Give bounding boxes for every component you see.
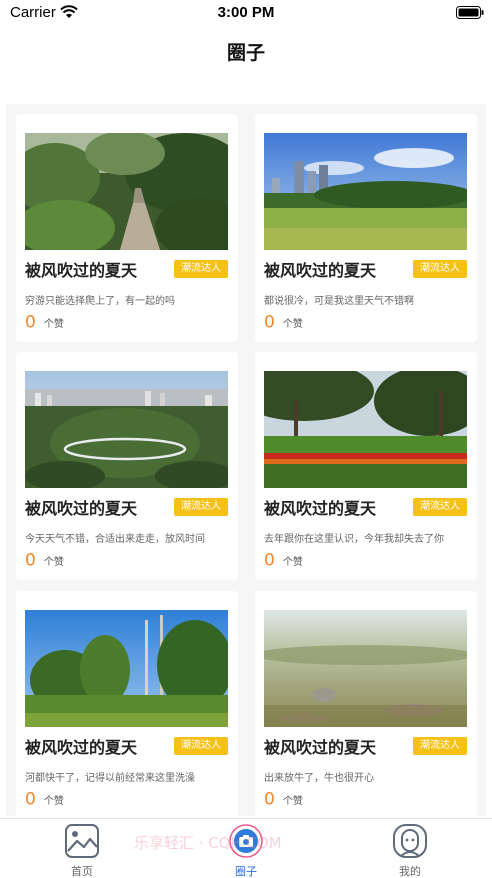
like-row[interactable]: 0 个赞 [264,789,303,810]
post-title: 被风吹过的夏天 [25,499,138,518]
post-photo-aerial-park[interactable] [25,371,228,488]
like-unit: 个赞 [43,557,64,568]
like-unit: 个赞 [43,319,64,330]
tab-home[interactable]: 首页 [22,819,142,878]
post-description: 都说很冷，可是我这里天气不错啊 [264,296,414,307]
post-description: 河都快干了，记得以前经常来这里洗澡 [25,773,195,784]
watermark: 乐享轻汇 · CQH.COM [134,834,282,852]
tab-label: 我的 [399,865,421,878]
post-photo-riverside-trees[interactable] [25,610,228,727]
like-unit: 个赞 [282,319,303,330]
post-title: 被风吹过的夏天 [25,738,138,757]
post-card[interactable]: 被风吹过的夏天 潮流达人 去年跟你在这里认识，今年我却失去了你 0 个赞 [255,352,477,580]
user-badge: 潮流达人 [413,737,467,755]
tab-mine[interactable]: 我的 [350,819,470,878]
tab-label: 首页 [71,865,93,878]
tab-label: 圈子 [235,865,257,878]
post-description: 穷游只能选择爬上了，有一起的吗 [25,296,175,307]
battery-icon [456,6,484,19]
like-row[interactable]: 0 个赞 [264,550,303,571]
post-description: 去年跟你在这里认识，今年我却失去了你 [264,534,444,545]
post-description: 今天天气不错，合适出来走走，放风时间 [25,534,205,545]
post-photo-flower-park[interactable] [264,371,467,488]
post-title: 被风吹过的夏天 [264,499,377,518]
post-photo-grass-field[interactable] [264,610,467,727]
like-count: 0 [25,789,36,810]
status-bar: Carrier 3:00 PM [0,0,492,26]
like-unit: 个赞 [282,557,303,568]
like-count: 0 [25,550,36,571]
user-badge: 潮流达人 [174,498,228,516]
post-card[interactable]: 被风吹过的夏天 潮流达人 都说很冷，可是我这里天气不错啊 0 个赞 [255,114,477,342]
post-title: 被风吹过的夏天 [264,738,377,757]
like-count: 0 [264,550,275,571]
user-badge: 潮流达人 [413,498,467,516]
like-count: 0 [264,789,275,810]
post-photo-mountain-path[interactable] [25,133,228,250]
post-title: 被风吹过的夏天 [264,261,377,280]
like-unit: 个赞 [282,796,303,807]
like-unit: 个赞 [43,796,64,807]
like-row[interactable]: 0 个赞 [25,550,64,571]
user-badge: 潮流达人 [174,260,228,278]
post-card[interactable]: 被风吹过的夏天 潮流达人 穷游只能选择爬上了，有一起的吗 0 个赞 [16,114,238,342]
page-title: 圈子 [226,42,265,64]
profile-icon [393,824,427,858]
user-badge: 潮流达人 [413,260,467,278]
like-row[interactable]: 0 个赞 [25,789,64,810]
post-description: 出来放牛了，牛也很开心 [264,773,374,784]
status-time: 3:00 PM [217,4,275,21]
like-row[interactable]: 0 个赞 [264,312,303,333]
post-photo-city-lawn[interactable] [264,133,467,250]
image-icon [65,824,99,858]
post-card[interactable]: 被风吹过的夏天 潮流达人 河都快干了，记得以前经常来这里洗澡 0 个赞 [16,591,238,816]
post-feed[interactable]: 被风吹过的夏天 潮流达人 穷游只能选择爬上了，有一起的吗 0个赞 被风吹过的夏 [6,104,486,816]
post-card[interactable]: 被风吹过的夏天 潮流达人 今天天气不错，合适出来走走，放风时间 0 个赞 [16,352,238,580]
post-card[interactable]: 被风吹过的夏天 潮流达人 出来放牛了，牛也很开心 0 个赞 [255,591,477,816]
post-title: 被风吹过的夏天 [25,261,138,280]
user-badge: 潮流达人 [174,737,228,755]
like-row[interactable]: 0 个赞 [25,312,64,333]
like-count: 0 [264,312,275,333]
like-count: 0 [25,312,36,333]
